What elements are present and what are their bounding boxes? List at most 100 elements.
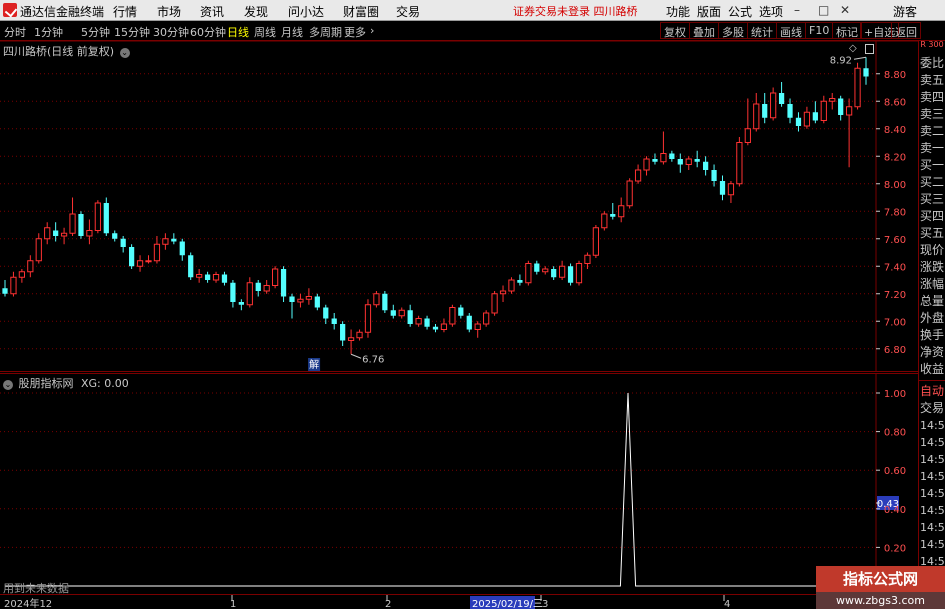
candle-body-up <box>660 153 667 163</box>
tick-time: 14:56 <box>920 470 945 483</box>
chart-settings-icon[interactable]: ⌄ <box>119 48 130 58</box>
candle-body-down <box>424 318 430 327</box>
indicator-tick-label: 0.40 <box>884 505 906 516</box>
toolbar-multistock-button[interactable]: 多股 <box>718 22 748 39</box>
candle-body-down <box>340 324 346 341</box>
candle-body-down <box>221 274 228 283</box>
tick-time: 14:56 <box>920 436 945 449</box>
price-tick-label: 7.60 <box>884 235 906 246</box>
toolbar-back-button[interactable]: 返回 <box>891 22 921 39</box>
quote-row-label: 买四 <box>920 209 945 223</box>
period-tab-60min[interactable]: 60分钟 <box>190 24 226 40</box>
candle-body-up <box>373 293 380 306</box>
trade-label[interactable]: 交易 <box>919 400 945 417</box>
menu-item-options[interactable]: 选项 <box>759 3 783 20</box>
candle-body-down <box>255 282 261 291</box>
close-icon[interactable]: ✕ <box>840 3 850 17</box>
toolbar-f10-button[interactable]: F10 <box>805 22 834 39</box>
menu-item-news[interactable]: 资讯 <box>200 3 224 20</box>
menu-item-quotes[interactable]: 行情 <box>113 3 137 20</box>
price-tick-label: 7.20 <box>884 290 906 301</box>
toolbar-overlay-button[interactable]: 叠加 <box>689 22 719 39</box>
login-notice[interactable]: 证券交易未登录 四川路桥 <box>513 3 638 19</box>
watermark-title: 指标公式网 <box>816 566 945 592</box>
user-guest[interactable]: 游客 <box>893 3 917 20</box>
quote-row-label: 卖五 <box>920 73 945 87</box>
period-tab-monthly[interactable]: 月线 <box>281 24 303 40</box>
quote-row-label: 净资 <box>920 345 945 359</box>
indicator-settings-icon[interactable]: ⌄ <box>3 380 13 390</box>
toolbar-mark-button[interactable]: 标记 <box>832 22 862 39</box>
panel-separator <box>919 380 945 381</box>
period-tab-5min[interactable]: 5分钟 <box>81 24 110 40</box>
kline-chart[interactable]: 8.80 8.60 8.40 8.20 8.00 7.80 7.60 7.40 7.20 7.00… <box>0 41 918 372</box>
toolbar-stats-button[interactable]: 统计 <box>747 22 777 39</box>
candle-body-down <box>112 233 118 239</box>
menu-item-layout[interactable]: 版面 <box>697 3 721 20</box>
menu-item-formula[interactable]: 公式 <box>728 3 752 20</box>
unlock-marker[interactable]: 解 <box>309 358 319 371</box>
menu-item-trade[interactable]: 交易 <box>396 3 420 20</box>
menu-item-market[interactable]: 市场 <box>157 3 181 20</box>
candle-body-down <box>458 307 464 316</box>
candle-body-down <box>238 302 244 305</box>
candle-body-up <box>508 279 515 292</box>
candle-body-up <box>575 263 583 284</box>
menu-item-function[interactable]: 功能 <box>666 3 690 20</box>
period-tab-intraday[interactable]: 分时 <box>4 24 26 40</box>
indicator-chart[interactable]: 1.00 0.80 0.60 0.43 0.40 0.20 ⌄ 股朋指标网 XG: 0.0… <box>0 373 918 594</box>
menu-item-wealth[interactable]: 财富圈 <box>343 3 379 20</box>
quote-panel: R 300 委比 卖五 卖四 卖三 卖二 卖一 买一 买二 买三 买四 买五 现价 涨跌 涨幅 总量 外盘 换手… <box>918 41 945 609</box>
auto-trade-toggle[interactable]: 自动 <box>919 383 945 400</box>
candle-body-up <box>736 142 743 185</box>
quote-row-label: 涨跌 <box>920 260 945 274</box>
period-tab-multi[interactable]: 多周期 <box>309 24 342 40</box>
candle-body-up <box>69 213 76 234</box>
chart-panel-icon[interactable] <box>865 44 874 54</box>
candle-body-up <box>592 227 599 256</box>
candle-body-down <box>188 255 194 278</box>
candle-body-down <box>610 214 616 217</box>
candle-body-up <box>94 202 101 231</box>
period-tab-weekly[interactable]: 周线 <box>254 24 276 40</box>
quote-row-label: 卖三 <box>920 107 945 121</box>
minimize-icon[interactable]: – <box>794 3 800 17</box>
kline-svg[interactable]: 8.80 8.60 8.40 8.20 8.00 7.80 7.60 7.40 7.20 7.00… <box>0 41 918 372</box>
restore-icon[interactable]: □ <box>818 3 829 17</box>
more-chevron-icon[interactable]: › <box>370 24 374 37</box>
period-tab-30min[interactable]: 30分钟 <box>153 24 189 40</box>
tick-time: 14:56 <box>920 538 945 551</box>
price-tick-label: 8.80 <box>884 70 906 81</box>
candle-body-down <box>534 263 540 272</box>
candle-body-down <box>838 98 844 115</box>
indicator-svg[interactable]: 1.000.800.600.430.400.20 <box>0 373 918 594</box>
chart-title: 四川路桥(日线 前复权) ⌄ <box>3 43 130 59</box>
period-tab-more[interactable]: 更多 <box>344 24 366 40</box>
period-tab-daily[interactable]: 日线 <box>227 24 249 40</box>
toolbar-adjust-button[interactable]: 复权 <box>660 22 690 39</box>
candle-body-up <box>525 263 532 284</box>
candle-body-down <box>711 170 717 181</box>
candle-body-up <box>356 331 363 339</box>
period-tab-1min[interactable]: 1分钟 <box>34 24 63 40</box>
date-axis-label: 2 <box>385 599 391 609</box>
period-tab-15min[interactable]: 15分钟 <box>114 24 150 40</box>
candle-body-up <box>854 67 861 108</box>
menu-item-discover[interactable]: 发现 <box>244 3 268 20</box>
candle-body-up <box>474 323 481 330</box>
candle-body-down <box>812 112 818 121</box>
candle-body-down <box>407 310 413 324</box>
candle-body-up <box>829 98 836 102</box>
candle-body-down <box>323 307 329 319</box>
candle-body-down <box>53 230 59 236</box>
candle-body-up <box>196 274 203 278</box>
menu-item-ask[interactable]: 问小达 <box>288 3 324 20</box>
candle-body-down <box>863 68 869 77</box>
candle-body-up <box>559 265 566 278</box>
toolbar-draw-button[interactable]: 画线 <box>776 22 806 39</box>
chart-diamond-icon[interactable]: ◇ <box>849 43 857 54</box>
indicator-label: ⌄ 股朋指标网 XG: 0.00 <box>3 375 129 391</box>
candle-body-up <box>162 238 169 245</box>
candle-body-down <box>567 266 574 283</box>
candle-body-up <box>499 290 507 295</box>
